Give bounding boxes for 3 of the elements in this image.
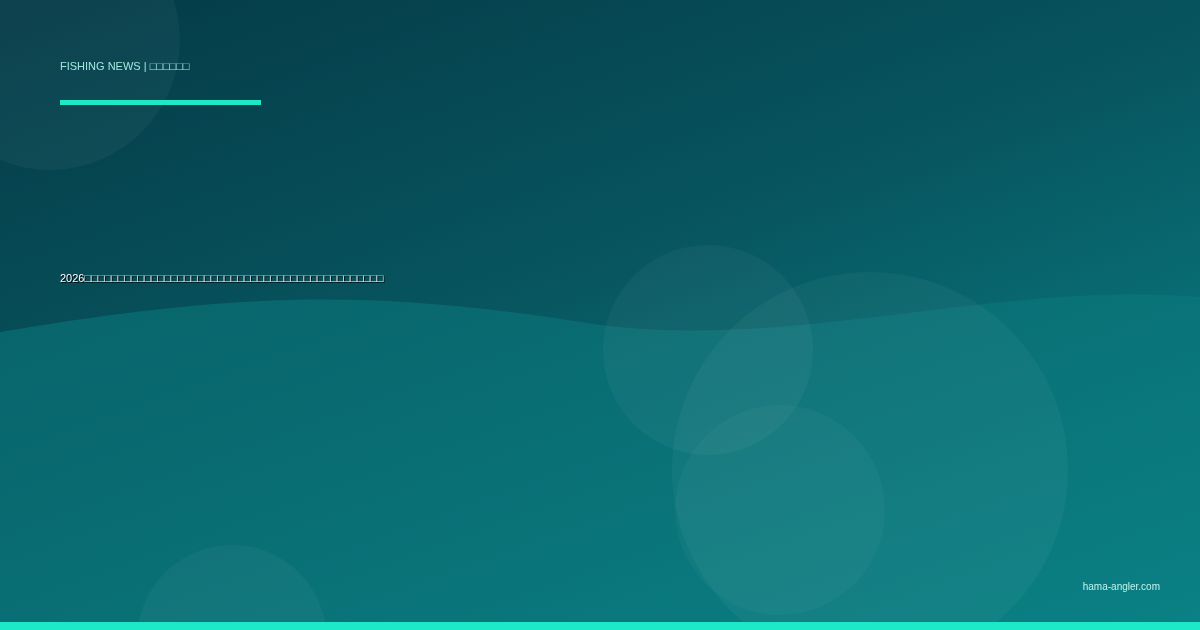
- category-label: FISHING NEWS | □□□□□□: [60, 60, 191, 73]
- site-url: hama-angler.com: [1082, 581, 1160, 592]
- headline: 2026□□□□□□□□□□□□□□□□□□□□□□□□□□□□□□□□□□□□□□□□□□□□□: [60, 271, 385, 285]
